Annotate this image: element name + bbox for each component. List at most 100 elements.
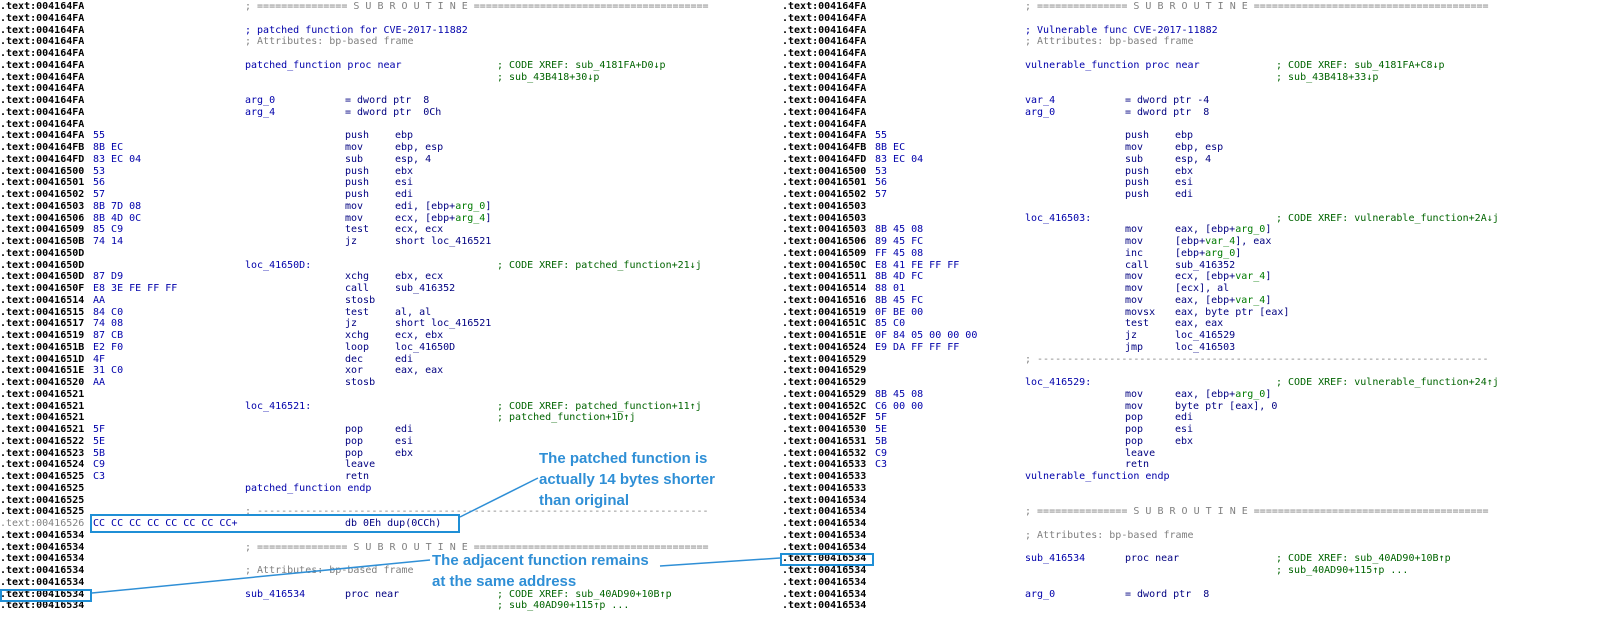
listing-line[interactable]: .text:004164FA patched_function proc near… — [0, 60, 780, 72]
listing-line[interactable]: .text:004164FA 55 push ebp — [782, 130, 1600, 142]
operand[interactable]: sub_416352 — [1175, 260, 1235, 272]
operand[interactable]: [ecx], al — [1175, 283, 1229, 295]
listing-line[interactable]: .text:00416521 5F pop edi — [0, 424, 780, 436]
code-label[interactable]: arg_0 — [1025, 107, 1055, 119]
operand[interactable]: esp, 4 — [1175, 154, 1211, 166]
operand[interactable]: byte ptr [eax], 0 — [1175, 401, 1277, 413]
code-label[interactable]: loc_416521: — [245, 401, 311, 413]
operand[interactable]: edi — [395, 189, 413, 201]
code-label[interactable]: loc_416503: — [1025, 213, 1091, 225]
listing-line[interactable]: .text:00416534 — [782, 542, 1600, 554]
listing-line[interactable]: .text:00416534 — [782, 495, 1600, 507]
code-label[interactable]: vulnerable_function endp — [1025, 471, 1170, 483]
code-label[interactable]: vulnerable_function proc near — [1025, 60, 1200, 72]
code-label[interactable]: arg_4 — [245, 107, 275, 119]
operand[interactable]: esi — [395, 436, 413, 448]
operand[interactable]: ebp — [1175, 130, 1193, 142]
operand[interactable]: esi — [1175, 424, 1193, 436]
operand[interactable]: sub_416352 — [395, 283, 455, 295]
listing-line[interactable]: .text:00416533 — [782, 483, 1600, 495]
listing-line[interactable]: .text:00416506 89 45 FC mov [ebp+var_4], ea… — [782, 236, 1600, 248]
code-label[interactable]: loc_41650D: — [245, 260, 311, 272]
listing-line[interactable]: .text:00416534; =============== S U B R … — [0, 542, 780, 554]
listing-line[interactable]: .text:0041652C C6 00 00 mov byte ptr [eax],… — [782, 401, 1600, 413]
listing-line[interactable]: .text:00416534 arg_0 = dword ptr 8 — [782, 589, 1600, 601]
operand[interactable]: ebp, esp — [395, 142, 443, 154]
listing-line[interactable]: .text:004164FA — [782, 119, 1600, 131]
listing-line[interactable]: .text:00416503 loc_416503: ; CODE XREF: vu… — [782, 213, 1600, 225]
operand[interactable]: ecx, [ebp+arg_4] — [395, 213, 491, 225]
listing-line[interactable]: .text:004164FB 8B EC mov ebp, esp — [0, 142, 780, 154]
listing-line[interactable]: .text:004164FA — [782, 48, 1600, 60]
listing-line[interactable]: .text:004164FA — [0, 13, 780, 25]
listing-line[interactable]: .text:00416521 loc_416521: ; CODE XREF: pa… — [0, 401, 780, 413]
listing-line[interactable]: .text:00416534 ; Attributes: bp-based fra… — [782, 530, 1600, 542]
operand[interactable]: eax, eax — [395, 365, 443, 377]
operand[interactable]: eax, [ebp+var_4] — [1175, 295, 1271, 307]
operand[interactable]: [ebp+arg_0] — [1175, 248, 1241, 260]
listing-line[interactable]: .text:00416502 57 push edi — [0, 189, 780, 201]
listing-line[interactable]: .text:00416534; =============== S U B R … — [782, 506, 1600, 518]
operand[interactable]: [ebp+var_4], eax — [1175, 236, 1271, 248]
operand[interactable]: esi — [1175, 177, 1193, 189]
listing-line[interactable]: .text:00416529 ; ------------------------… — [782, 354, 1600, 366]
listing-line[interactable]: .text:00416517 74 08 jz short loc_416521 — [0, 318, 780, 330]
listing-line[interactable]: .text:0041651C 85 C0 test eax, eax — [782, 318, 1600, 330]
listing-line[interactable]: .text:00416531 5B pop ebx — [782, 436, 1600, 448]
listing-line[interactable]: .text:004164FA — [782, 13, 1600, 25]
operand[interactable]: ebx, ecx — [395, 271, 443, 283]
listing-line[interactable]: .text:004164FA arg_0 = dword ptr 8 — [782, 107, 1600, 119]
listing-line[interactable]: .text:0041650F E8 3E FE FF FF call sub_4163… — [0, 283, 780, 295]
listing-line[interactable]: .text:00416502 57 push edi — [782, 189, 1600, 201]
operand[interactable]: edi — [1175, 412, 1193, 424]
operand[interactable]: ebp — [395, 130, 413, 142]
listing-line[interactable]: .text:0041650C E8 41 FE FF FF call sub_4163… — [782, 260, 1600, 272]
operand[interactable]: al, al — [395, 307, 431, 319]
listing-line[interactable]: .text:00416503 8B 45 08 mov eax, [ebp+arg_0… — [782, 224, 1600, 236]
listing-line[interactable]: .text:00416520 AA stosb — [0, 377, 780, 389]
operand[interactable]: ecx, [ebp+var_4] — [1175, 271, 1271, 283]
operand[interactable]: edi — [395, 354, 413, 366]
listing-line[interactable]: .text:00416532 C9 leave — [782, 448, 1600, 460]
operand[interactable]: eax, byte ptr [eax] — [1175, 307, 1289, 319]
operand[interactable]: esp, 4 — [395, 154, 431, 166]
listing-line[interactable]: .text:00416524 E9 DA FF FF FF jmp loc_41650… — [782, 342, 1600, 354]
operand[interactable]: ebx — [1175, 436, 1193, 448]
listing-line[interactable]: .text:004164FD 83 EC 04 sub esp, 4 — [782, 154, 1600, 166]
code-label[interactable]: arg_0 — [245, 95, 275, 107]
listing-line[interactable]: .text:00416500 53 push ebx — [0, 166, 780, 178]
operand[interactable]: ecx, ebx — [395, 330, 443, 342]
listing-line[interactable]: .text:00416533 C3 retn — [782, 459, 1600, 471]
listing-line[interactable]: .text:00416516 8B 45 FC mov eax, [ebp+var_4… — [782, 295, 1600, 307]
listing-line[interactable]: .text:0041651E 31 C0 xor eax, eax — [0, 365, 780, 377]
code-label[interactable]: sub_416534 — [245, 589, 305, 601]
listing-line[interactable]: .text:00416534 ; Attributes: bp-based fra… — [0, 565, 780, 577]
listing-line[interactable]: .text:00416514 88 01 mov [ecx], al — [782, 283, 1600, 295]
listing-line[interactable]: .text:004164FA ; patched function for CVE… — [0, 25, 780, 37]
listing-line[interactable]: .text:004164FA ; Attributes: bp-based fra… — [782, 36, 1600, 48]
listing-line[interactable]: .text:00416509 85 C9 test ecx, ecx — [0, 224, 780, 236]
listing-line[interactable]: .text:004164FA var_4 = dword ptr -4 — [782, 95, 1600, 107]
listing-line[interactable]: .text:004164FB 8B EC mov ebp, esp — [782, 142, 1600, 154]
listing-line[interactable]: .text:00416519 0F BE 00 movsx eax, byte ptr… — [782, 307, 1600, 319]
operand[interactable]: eax, [ebp+arg_0] — [1175, 224, 1271, 236]
listing-line[interactable]: .text:004164FD 83 EC 04 sub esp, 4 — [0, 154, 780, 166]
operand[interactable]: esi — [395, 177, 413, 189]
operand[interactable]: edi — [395, 424, 413, 436]
listing-line[interactable]: .text:004164FA — [0, 119, 780, 131]
operand[interactable]: ebx — [395, 166, 413, 178]
listing-line[interactable]: .text:004164FA ; Attributes: bp-based fra… — [0, 36, 780, 48]
operand[interactable]: ebx — [1175, 166, 1193, 178]
listing-line[interactable]: .text:00416534 sub_416534 proc near; CODE … — [782, 553, 1600, 565]
listing-line[interactable]: .text:0041650D 87 D9 xchg ebx, ecx — [0, 271, 780, 283]
listing-line[interactable]: .text:0041650D — [0, 248, 780, 260]
listing-line[interactable]: .text:00416534 ; sub_40AD90+115↑p ... — [782, 565, 1600, 577]
listing-line[interactable]: .text:00416521 ; patched_function+1D↑j — [0, 412, 780, 424]
listing-line[interactable]: .text:00416534 sub_416534 proc near; CODE … — [0, 589, 780, 601]
listing-line[interactable]: .text:00416529 loc_416529: ; CODE XREF: vu… — [782, 377, 1600, 389]
code-label[interactable]: sub_416534 — [1025, 553, 1085, 565]
listing-line[interactable]: .text:0041650D loc_41650D: ; CODE XREF: pa… — [0, 260, 780, 272]
listing-line[interactable]: .text:004164FA ; =============== S U B R … — [782, 1, 1600, 13]
listing-line[interactable]: .text:00416521 — [0, 389, 780, 401]
code-label[interactable]: patched_function endp — [245, 483, 371, 495]
